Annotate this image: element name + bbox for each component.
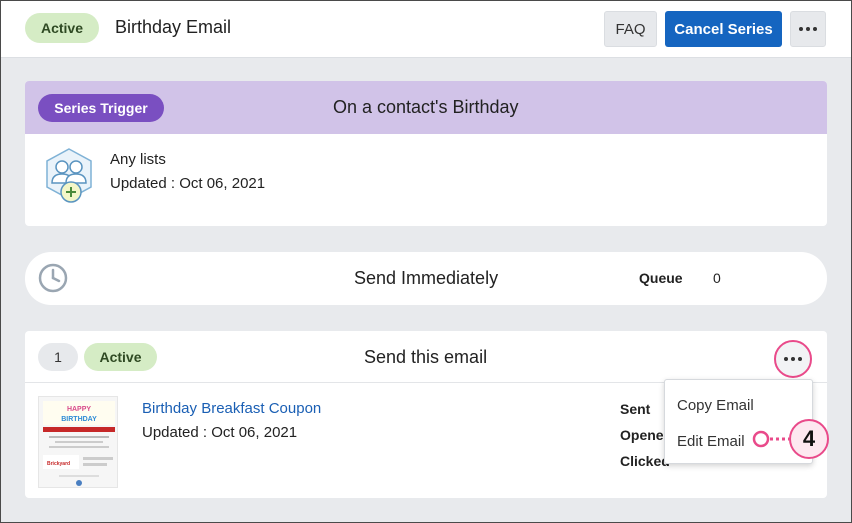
send-timing-heading: Send Immediately [354,268,499,288]
trigger-lists: Any lists [110,151,166,168]
email-name-link[interactable]: Birthday Breakfast Coupon [142,400,321,417]
trigger-updated: Updated : Oct 06, 2021 [110,175,266,192]
sent-label: Sent [620,401,651,417]
svg-text:Brickyard: Brickyard [47,461,70,467]
email-step-heading: Send this email [364,347,488,367]
more-horizontal-icon [784,357,802,361]
svg-text:HAPPY: HAPPY [67,406,91,413]
email-more-button[interactable] [774,340,812,378]
email-step-header: 1 Active Send this email [25,331,827,383]
email-updated: Updated : Oct 06, 2021 [142,424,298,441]
contacts-add-icon [46,148,92,203]
series-trigger-badge: Series Trigger [38,94,164,122]
queue-value: 0 [713,270,721,286]
birthday-thumbnail-image: HAPPY BIRTHDAY Brickyard [39,397,117,487]
top-bar: Active Birthday Email FAQ Cancel Series [1,1,851,58]
trigger-heading: On a contact's Birthday [333,97,519,117]
email-status-badge: Active [84,343,157,371]
page-title: Birthday Email [115,17,232,37]
queue-label: Queue [639,270,683,286]
callout-connector [752,430,789,448]
more-horizontal-icon [799,27,817,31]
clicked-label: Clicked [620,453,670,469]
email-thumbnail[interactable]: HAPPY BIRTHDAY Brickyard [38,396,118,488]
svg-text:BIRTHDAY: BIRTHDAY [61,416,97,423]
callout-number-badge: 4 [789,419,829,459]
series-status-badge: Active [25,13,99,43]
series-trigger-card: Series Trigger On a contact's Birthday A… [25,81,827,226]
step-number-badge: 1 [38,343,78,371]
menu-item-copy-email[interactable]: Copy Email [677,397,754,414]
clock-icon [38,263,68,293]
more-options-button[interactable] [790,11,826,47]
menu-item-edit-email[interactable]: Edit Email [677,433,745,450]
faq-button[interactable]: FAQ [604,11,657,47]
cancel-series-button[interactable]: Cancel Series [665,11,782,47]
app-frame: Active Birthday Email FAQ Cancel Series … [0,0,852,523]
send-timing-card: Send Immediately Queue 0 [25,252,827,305]
trigger-header: Series Trigger On a contact's Birthday [25,81,827,134]
